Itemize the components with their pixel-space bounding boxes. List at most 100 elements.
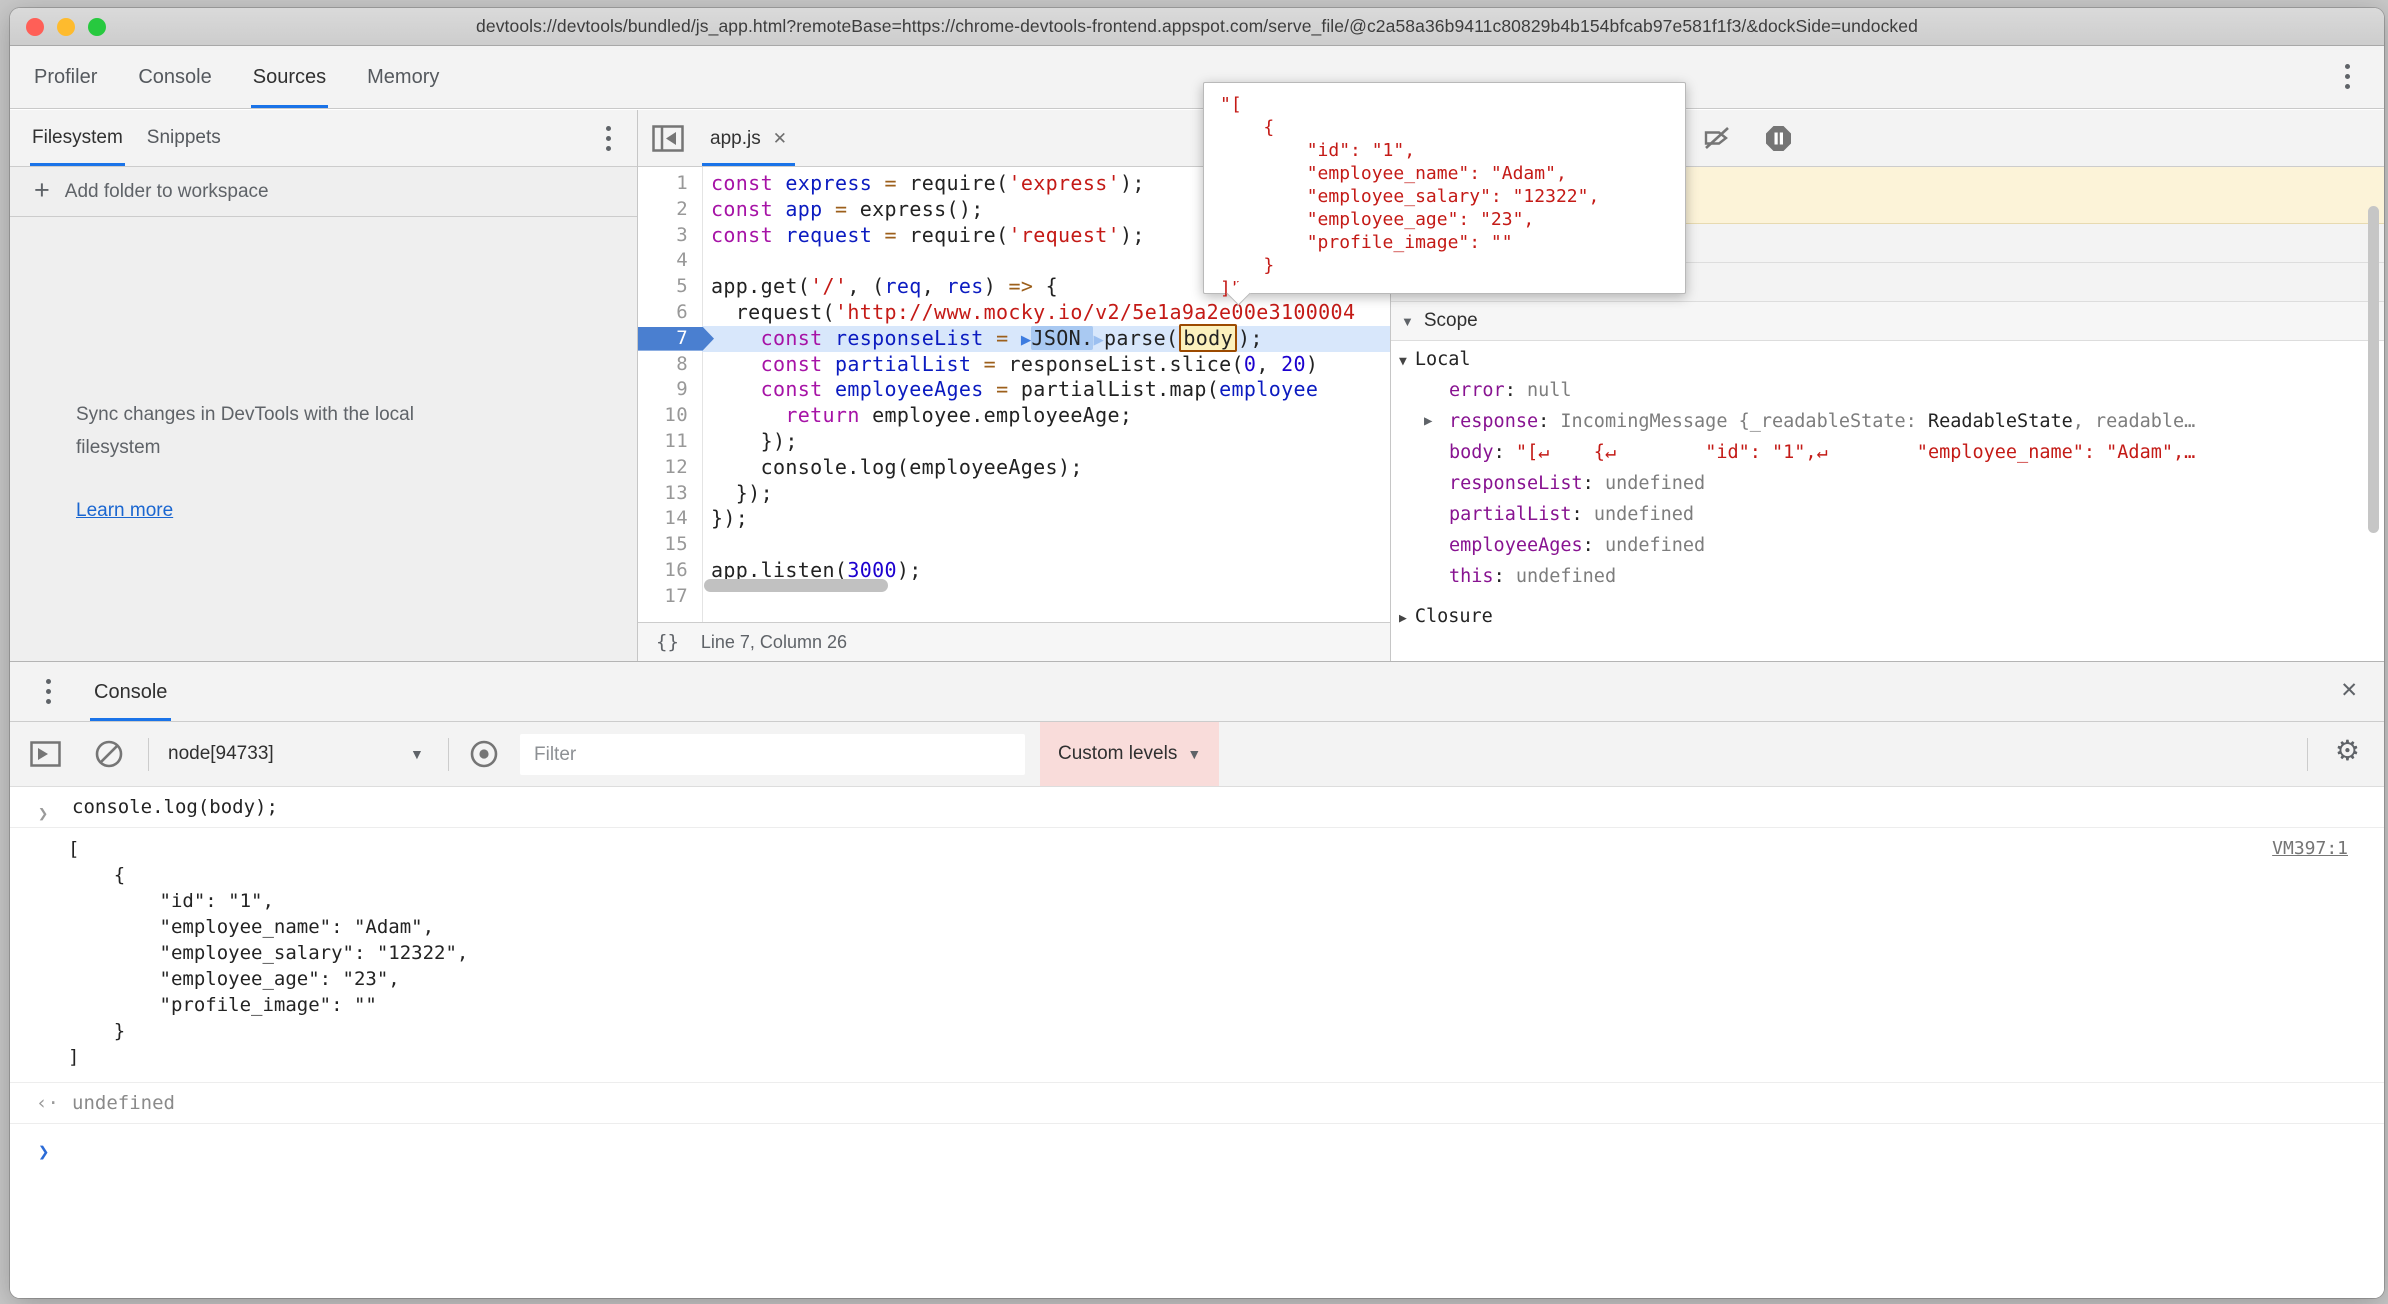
scope-variable-row[interactable]: partialList: undefined	[1391, 499, 2368, 530]
scope-variable-row[interactable]: ▶response: IncomingMessage {_readableSta…	[1391, 406, 2368, 437]
pause-on-exceptions-icon[interactable]	[1765, 125, 1792, 152]
file-tab-label: app.js	[710, 128, 761, 150]
gutter-line-number[interactable]: 6	[638, 300, 702, 326]
gutter-line-number[interactable]: 9	[638, 377, 702, 403]
code-line[interactable]: return employee.employeeAge;	[702, 403, 1390, 429]
custom-levels-button[interactable]: Custom levels ▼	[1040, 722, 1219, 786]
variable-name: error	[1449, 380, 1505, 401]
code-line[interactable]: console.log(employeeAges);	[702, 455, 1390, 481]
tab-console-drawer[interactable]: Console	[90, 662, 171, 721]
filter-input[interactable]	[520, 734, 1025, 775]
clear-console-icon[interactable]	[94, 722, 124, 786]
add-folder-button[interactable]: + Add folder to workspace	[10, 167, 637, 217]
source-location-link[interactable]: VM397:1	[2272, 838, 2348, 859]
main-menu-icon[interactable]	[2345, 64, 2350, 89]
zoom-window-button[interactable]	[88, 18, 106, 36]
hovered-token: body	[1179, 324, 1237, 352]
code-line[interactable]: });	[702, 481, 1390, 507]
scope-closure-group[interactable]: ▶Closure	[1391, 601, 2368, 632]
code-line[interactable]	[702, 532, 1390, 558]
gutter-line-number[interactable]: 8	[638, 352, 702, 378]
live-expression-eye-icon[interactable]	[468, 722, 500, 786]
code-line[interactable]: const employeeAges = partialList.map(emp…	[702, 377, 1390, 403]
console-command-row[interactable]: ❯ console.log(body);	[10, 787, 2384, 828]
scope-variable-row[interactable]: this: undefined	[1391, 561, 2368, 592]
gutter-line-number[interactable]: 5	[638, 274, 702, 300]
scope-local-group[interactable]: ▼Local	[1391, 344, 2368, 375]
gutter-line-number[interactable]: 3	[638, 223, 702, 249]
code-token: )	[1306, 352, 1318, 376]
gutter-line-number[interactable]: 2	[638, 197, 702, 223]
deactivate-breakpoints-icon[interactable]	[1703, 125, 1731, 151]
tab-snippets[interactable]: Snippets	[145, 110, 223, 166]
gutter-line-number[interactable]: 7	[638, 326, 702, 352]
console-toolbar: node[94733] ▼ Custom levels ▼ ⚙	[10, 722, 2384, 787]
tab-filesystem[interactable]: Filesystem	[30, 110, 125, 166]
code-line[interactable]: const partialList = responseList.slice(0…	[702, 352, 1390, 378]
horizontal-scrollbar[interactable]	[704, 579, 888, 592]
scope-title: Scope	[1424, 310, 1478, 332]
expand-closed-icon[interactable]: ▶	[1424, 406, 1432, 437]
close-window-button[interactable]	[26, 18, 44, 36]
code-token	[823, 352, 835, 376]
execution-context-selector[interactable]: node[94733]	[168, 722, 274, 786]
scope-variable-row[interactable]: body: "[↵ {↵ "id": "1",↵ "employee_name"…	[1391, 437, 2368, 468]
code-line[interactable]: });	[702, 429, 1390, 455]
gutter-line-number[interactable]: 12	[638, 455, 702, 481]
context-dropdown-icon[interactable]: ▼	[410, 722, 424, 786]
cursor-position-label: Line 7, Column 26	[701, 632, 847, 653]
code-token: {	[1033, 274, 1058, 298]
separator: :	[1538, 411, 1560, 432]
code-token: require(	[897, 171, 1009, 195]
console-sidebar-icon[interactable]	[30, 722, 61, 786]
code-token: });	[711, 481, 773, 505]
desktop: { "window": { "title": "devtools://devto…	[0, 0, 2388, 1304]
console-settings-gear-icon[interactable]: ⚙	[2335, 737, 2360, 765]
tab-console[interactable]: Console	[136, 46, 213, 108]
variable-name: this	[1449, 566, 1494, 587]
minimize-window-button[interactable]	[57, 18, 75, 36]
code-token: const	[761, 352, 823, 376]
scope-variable-row[interactable]: employeeAges: undefined	[1391, 530, 2368, 561]
gutter-line-number[interactable]: 10	[638, 403, 702, 429]
scope-variable-row[interactable]: error: null	[1391, 375, 2368, 406]
code-token	[872, 223, 884, 247]
code-line[interactable]: request('http://www.mocky.io/v2/5e1a9a2e…	[702, 300, 1390, 326]
tab-sources[interactable]: Sources	[251, 46, 328, 108]
pretty-print-button[interactable]: {}	[656, 631, 679, 653]
toolbar-divider	[148, 738, 149, 771]
collapse-panel-icon[interactable]	[652, 125, 684, 152]
code-token: responseList	[835, 326, 984, 350]
code-token: 'http://www.mocky.io/v2/5e1a9a2e00e31000…	[835, 300, 1355, 324]
separator: :	[1494, 442, 1516, 463]
close-file-icon[interactable]: ✕	[773, 129, 787, 149]
learn-more-link[interactable]: Learn more	[76, 500, 173, 522]
tab-profiler[interactable]: Profiler	[32, 46, 99, 108]
code-line[interactable]: const responseList = ▶JSON.▶parse(body);	[702, 326, 1390, 352]
code-token: )	[984, 274, 1009, 298]
gutter-line-number[interactable]: 16	[638, 558, 702, 584]
prompt-chevron-icon: ❯	[38, 1131, 49, 1173]
code-token: =>	[1008, 274, 1033, 298]
gutter-line-number[interactable]: 4	[638, 248, 702, 274]
console-command-text: console.log(body);	[72, 796, 278, 818]
console-prompt-row[interactable]: ❯	[10, 1124, 2384, 1168]
navigator-menu-icon[interactable]	[606, 126, 611, 151]
close-console-icon[interactable]: ✕	[2340, 678, 2358, 703]
file-tab-appjs[interactable]: app.js ✕	[702, 110, 795, 166]
selection-arrow-icon: ▶	[1093, 330, 1104, 350]
console-result-row[interactable]: [ { "id": "1", "employee_name": "Adam", …	[10, 828, 2384, 1083]
code-token: const	[711, 171, 773, 195]
gutter-line-number[interactable]: 14	[638, 506, 702, 532]
gutter-line-number[interactable]: 15	[638, 532, 702, 558]
gutter-line-number[interactable]: 11	[638, 429, 702, 455]
debugger-scrollbar[interactable]	[2368, 206, 2379, 533]
tab-memory[interactable]: Memory	[365, 46, 441, 108]
console-menu-icon[interactable]	[46, 679, 51, 704]
scope-section-header[interactable]: ▼ Scope	[1391, 302, 2384, 341]
gutter-line-number[interactable]: 13	[638, 481, 702, 507]
scope-variable-row[interactable]: responseList: undefined	[1391, 468, 2368, 499]
code-line[interactable]: });	[702, 506, 1390, 532]
gutter-line-number[interactable]: 1	[638, 171, 702, 197]
gutter-line-number[interactable]: 17	[638, 584, 702, 610]
